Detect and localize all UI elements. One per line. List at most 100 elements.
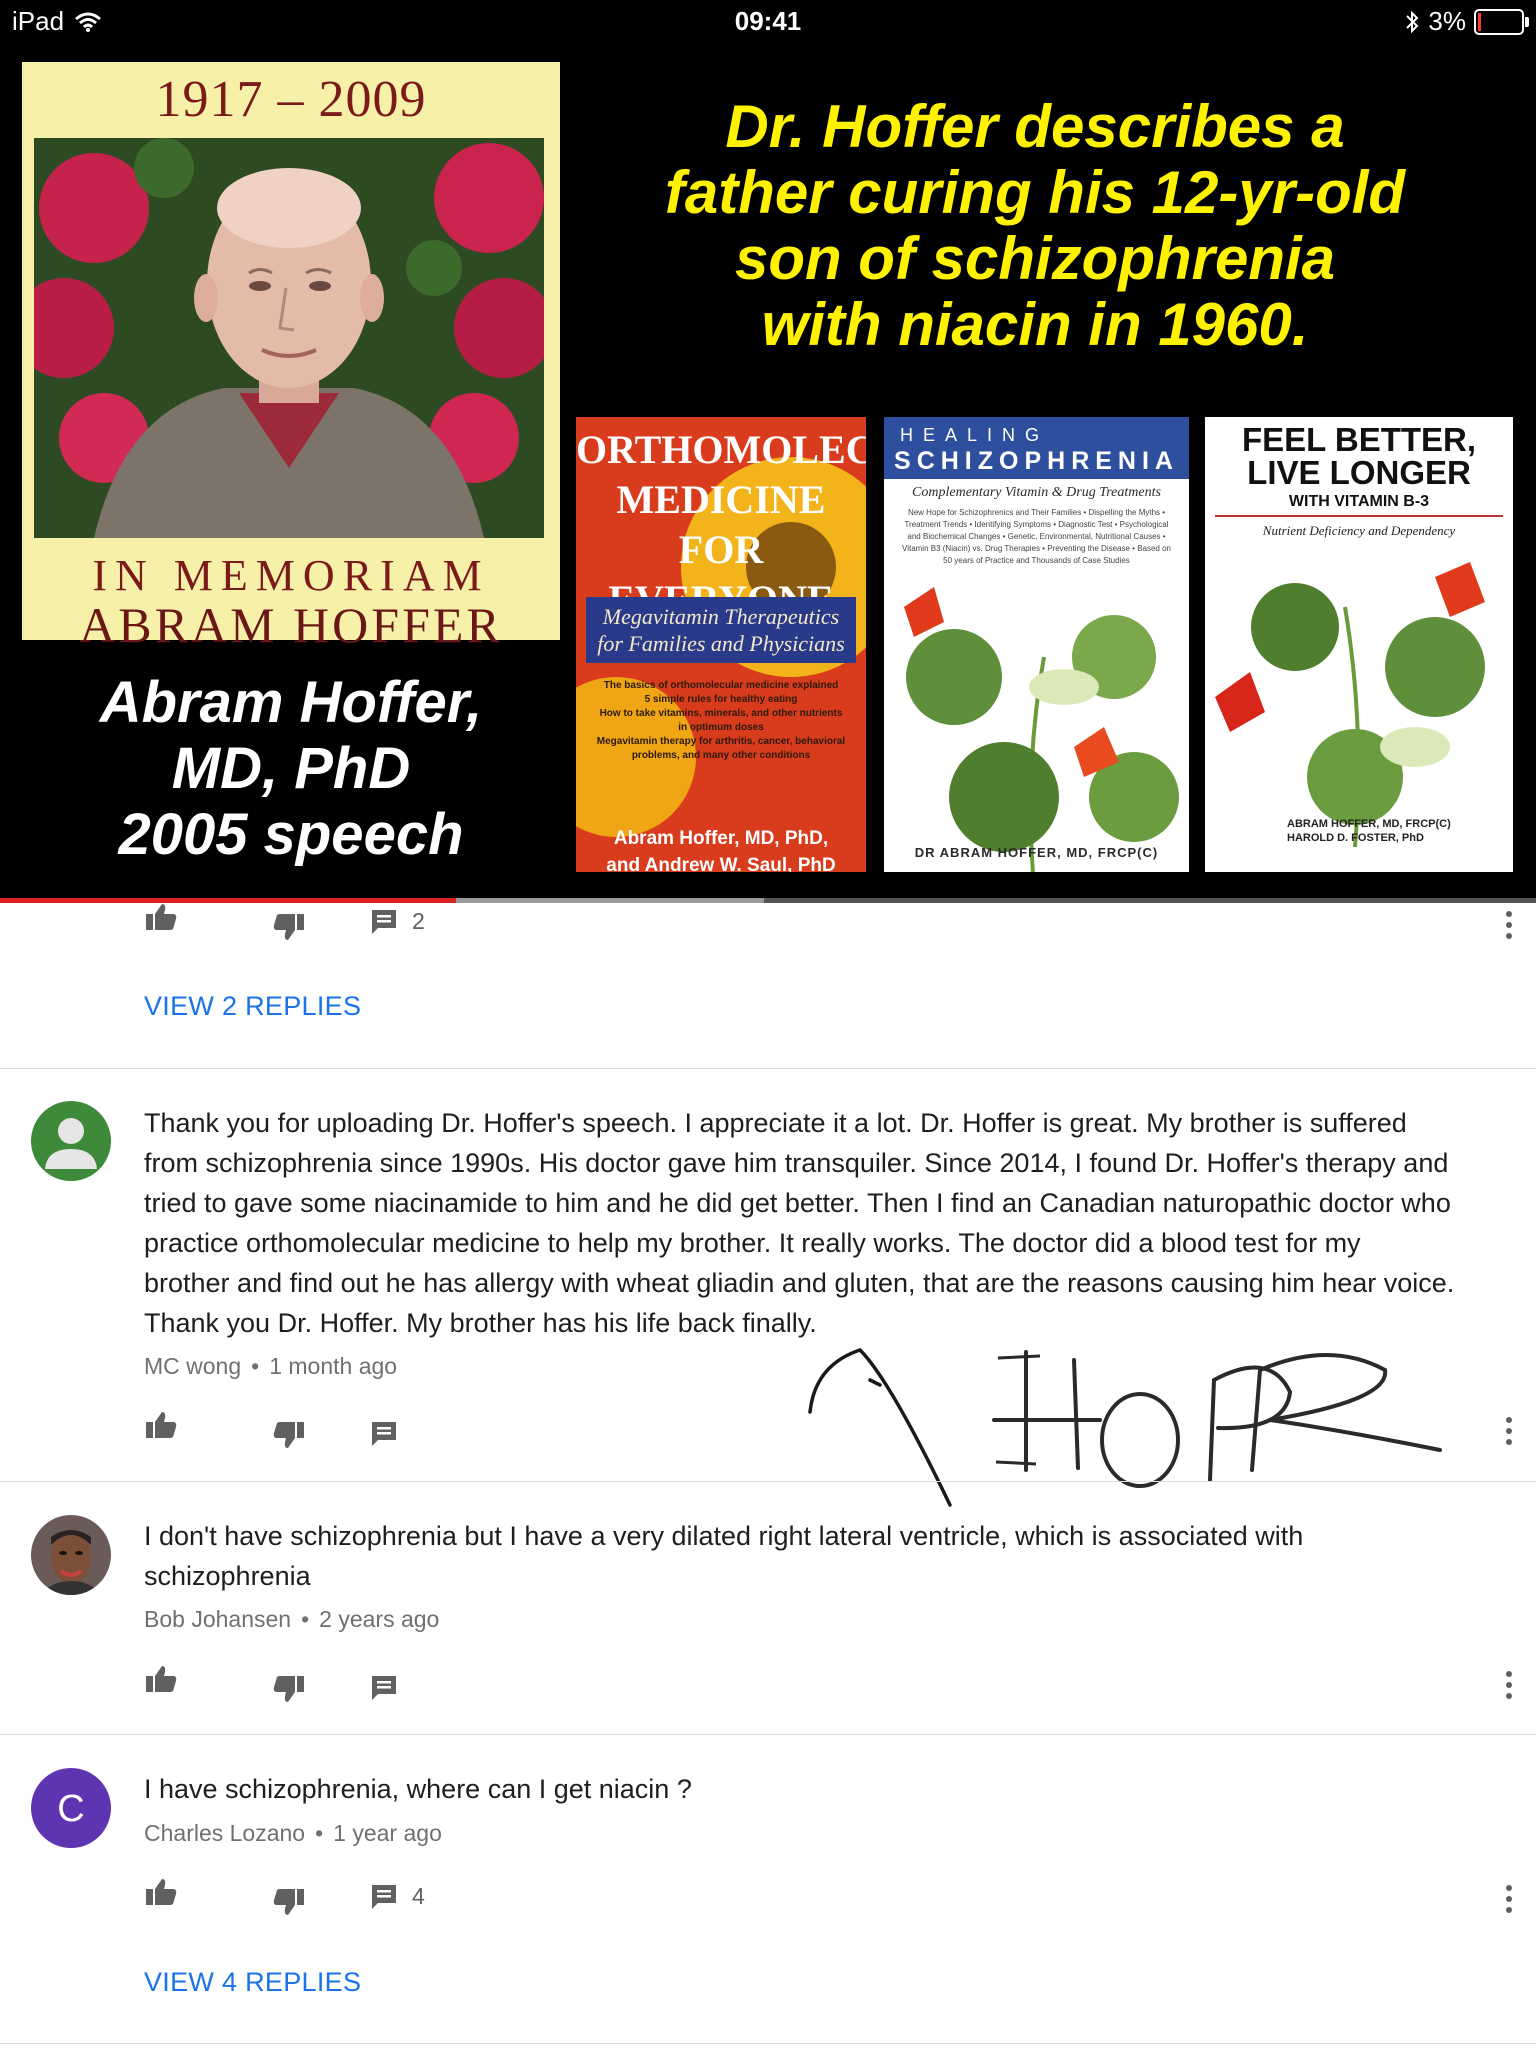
comment-text: Thank you for uploading Dr. Hoffer's spe… — [144, 1103, 1514, 1343]
book-title-line: LIVE LONGER — [1247, 454, 1471, 491]
reply-icon[interactable] — [370, 908, 398, 936]
book-bullet: Megavitamin therapy for arthritis, cance… — [596, 736, 846, 761]
comment-line: Thank you Dr. Hoffer. My brother has his… — [144, 1308, 817, 1338]
portrait-photo — [34, 138, 544, 538]
avatar[interactable] — [31, 1515, 111, 1595]
comment-line: Thank you for uploading Dr. Hoffer's spe… — [144, 1108, 1407, 1138]
book-author-line: ABRAM HOFFER, MD, FRCP(C) — [1287, 818, 1451, 830]
book-title: FEEL BETTER, LIVE LONGER — [1205, 423, 1513, 489]
book-subtitle: Megavitamin Therapeutics for Families an… — [586, 597, 856, 663]
reply-icon[interactable] — [370, 1420, 398, 1448]
book-title-line: MEDICINE FOR — [616, 477, 826, 572]
comment-line: schizophrenia — [144, 1561, 311, 1591]
comment-line: from schizophrenia since 1990s. His doct… — [144, 1148, 1449, 1178]
separator-dot: • — [251, 1353, 260, 1379]
thumbs-down-icon[interactable] — [272, 912, 306, 942]
book-subtitle: Complementary Vitamin & Drug Treatments — [912, 485, 1161, 500]
book-title-line: FEEL BETTER, — [1241, 421, 1477, 458]
speaker-line: Abram Hoffer, — [99, 670, 483, 735]
book-cover-orthomolecular: ORTHOMOLECULAR MEDICINE FOR EVERYONE Meg… — [576, 417, 866, 872]
divider — [0, 1734, 1536, 1735]
thumbs-up-icon[interactable] — [144, 1410, 178, 1440]
book-subtitle: Nutrient Deficiency and Dependency — [1262, 523, 1456, 538]
divider — [0, 1481, 1536, 1482]
book-kicker: HEALING — [900, 425, 1050, 445]
comment-age: 1 month ago — [269, 1353, 398, 1379]
thumbs-up-icon[interactable] — [144, 1877, 178, 1907]
book-bullet: 5 simple rules for healthy eating — [644, 694, 798, 705]
video-progress-bar[interactable] — [0, 898, 1536, 903]
thumbs-down-icon[interactable] — [272, 1887, 306, 1917]
thumbs-down-icon[interactable] — [272, 1674, 306, 1704]
comment-line: I have schizophrenia, where can I get ni… — [144, 1774, 692, 1804]
battery-percent: 3% — [1428, 6, 1466, 36]
book-title-line: ORTHOMOLECULAR — [576, 427, 866, 472]
comment-text: I don't have schizophrenia but I have a … — [144, 1516, 1514, 1596]
memorial-card: 1917 – 2009 IN MEMORIAM ABRAM HOFFER — [22, 62, 560, 653]
reply-icon[interactable] — [370, 1674, 398, 1702]
status-bar: iPad 09:41 3% — [0, 0, 1536, 42]
book-title: ORTHOMOLECULAR MEDICINE FOR EVERYONE — [576, 425, 866, 625]
memorial-caption: IN MEMORIAM — [92, 551, 490, 600]
handwritten-hope-annotation — [808, 1347, 1442, 1507]
progress-played — [0, 898, 457, 903]
comment-meta: Bob Johansen • 2 years ago — [144, 1606, 439, 1633]
status-right: 3% — [1404, 6, 1529, 37]
video-player[interactable]: 1917 – 2009 IN MEMORIAM ABRAM HOFFER Abr… — [0, 42, 1536, 902]
book-cover-healing-schizophrenia: HEALING SCHIZOPHRENIA Complementary Vita… — [884, 417, 1189, 872]
comment-line: tried to gave some niacinamide to him an… — [144, 1188, 1451, 1218]
thumbs-down-icon[interactable] — [272, 1420, 306, 1450]
headline-line: father curing his 12-yr-old — [664, 159, 1406, 226]
view-replies-link[interactable]: VIEW 2 REPLIES — [144, 991, 361, 1022]
book-authors: Abram Hoffer, MD, PhD, and Andrew W. Sau… — [576, 825, 866, 872]
divider — [0, 1068, 1536, 1069]
view-replies-link[interactable]: VIEW 4 REPLIES — [144, 1967, 361, 1998]
headline-line: son of schizophrenia — [734, 225, 1336, 292]
more-options-icon[interactable] — [1504, 1414, 1514, 1450]
avatar[interactable]: C — [31, 1768, 111, 1848]
battery-icon — [1474, 8, 1529, 35]
reply-count: 4 — [412, 1883, 425, 1909]
progress-buffered — [456, 898, 764, 903]
nasturtium-illustration — [904, 587, 1179, 872]
video-headline: Dr. Hoffer describes a father curing his… — [590, 94, 1480, 358]
separator-dot: • — [315, 1820, 324, 1846]
comment-author[interactable]: Charles Lozano — [144, 1820, 305, 1846]
comment-age: 2 years ago — [319, 1606, 440, 1632]
comment-author[interactable]: Bob Johansen — [144, 1606, 291, 1632]
book-author-line: HAROLD D. FOSTER, PhD — [1287, 832, 1424, 844]
clock: 09:41 — [734, 6, 802, 36]
book-rule — [1215, 515, 1503, 517]
headline-line: with niacin in 1960. — [761, 291, 1309, 358]
book-cover-feel-better: FEEL BETTER, LIVE LONGER WITH VITAMIN B-… — [1205, 417, 1513, 872]
book-bullets: New Hope for Schizophrenics and Their Fa… — [902, 508, 1171, 565]
comment-meta: Charles Lozano • 1 year ago — [144, 1820, 442, 1847]
book-authors: ABRAM HOFFER, MD, FRCP(C) HAROLD D. FOST… — [1287, 817, 1451, 845]
bluetooth-icon — [1406, 10, 1419, 33]
more-options-icon[interactable] — [1504, 1668, 1514, 1704]
speaker-line: MD, PhD — [171, 736, 411, 801]
book-title: SCHIZOPHRENIA — [894, 447, 1179, 475]
reply-count: 2 — [412, 908, 425, 934]
comment-line: practice orthomolecular medicine to help… — [144, 1228, 1361, 1258]
book-bullet: The basics of orthomolecular medicine ex… — [603, 680, 839, 691]
thumbs-up-icon[interactable] — [144, 1664, 178, 1694]
reply-icon[interactable] — [370, 1883, 398, 1911]
comment-author[interactable]: MC wong — [144, 1353, 241, 1379]
more-options-icon[interactable] — [1504, 908, 1514, 944]
comment-text: I have schizophrenia, where can I get ni… — [144, 1769, 1514, 1809]
speaker-line: 2005 speech — [118, 802, 464, 867]
book-banner: HEALING SCHIZOPHRENIA — [884, 417, 1189, 479]
book-author-line: Abram Hoffer, MD, PhD, — [613, 828, 829, 849]
headline-line: Dr. Hoffer describes a — [725, 93, 1345, 160]
nasturtium-illustration — [1215, 562, 1485, 847]
comment-meta: MC wong • 1 month ago — [144, 1353, 397, 1380]
comment-age: 1 year ago — [333, 1820, 442, 1846]
more-options-icon[interactable] — [1504, 1882, 1514, 1918]
avatar[interactable] — [31, 1101, 111, 1181]
book-author-line: and Andrew W. Saul, PhD — [606, 855, 836, 872]
thumbs-up-icon[interactable] — [144, 902, 178, 932]
avatar-letter: C — [57, 1788, 84, 1830]
comment-line: I don't have schizophrenia but I have a … — [144, 1521, 1304, 1551]
memorial-years: 1917 – 2009 — [155, 71, 427, 128]
